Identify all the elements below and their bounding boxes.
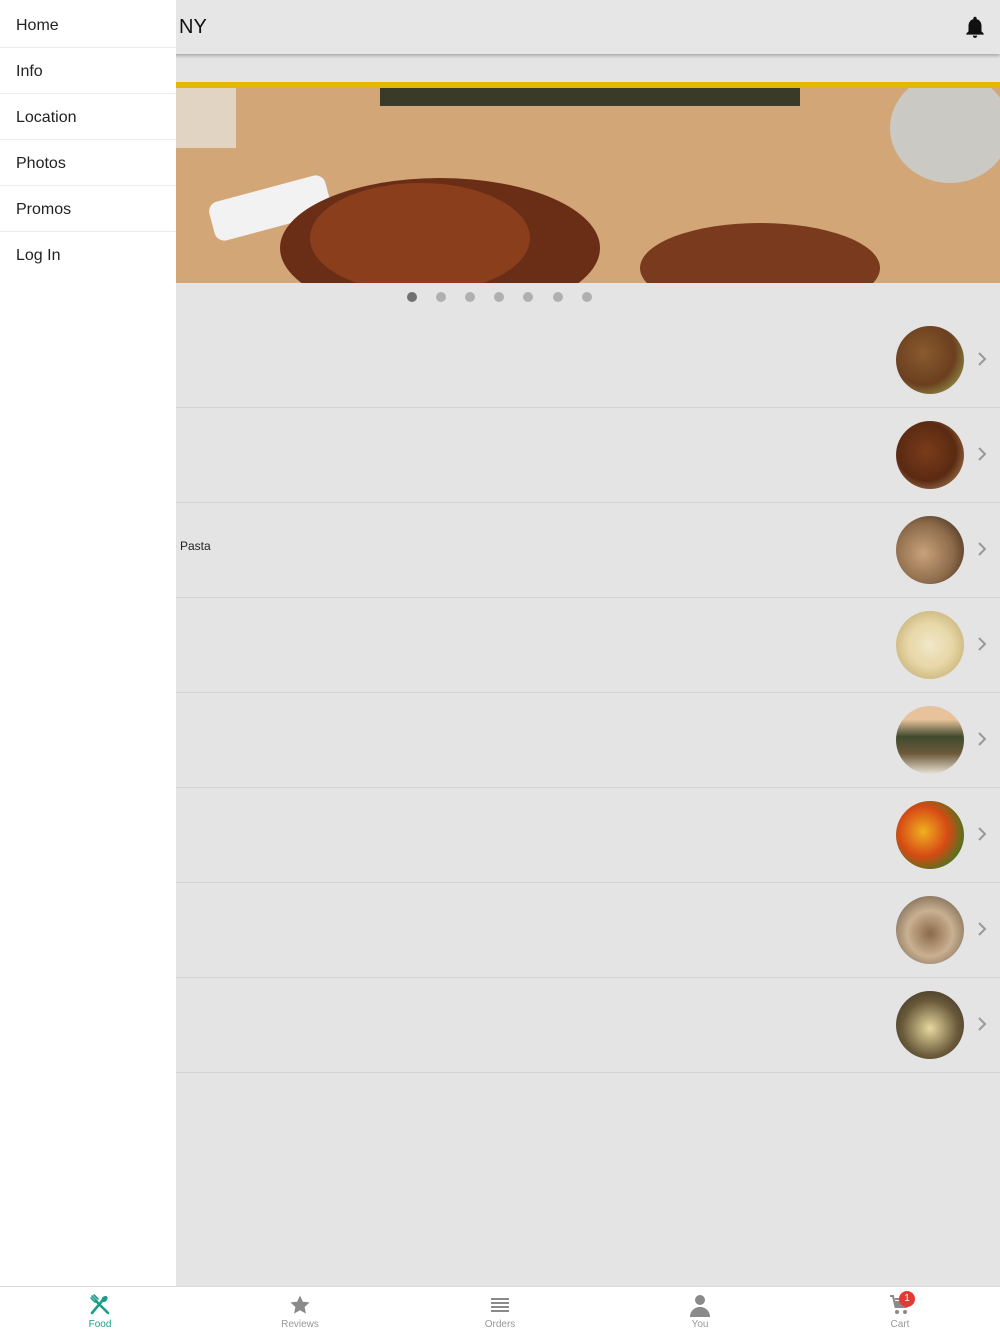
food-thumbnail — [896, 706, 964, 774]
drawer-item-login[interactable]: Log In — [0, 232, 176, 277]
food-thumbnail — [896, 421, 964, 489]
drawer-item-home[interactable]: Home — [0, 2, 176, 48]
drawer-item-label: Promos — [16, 201, 72, 218]
food-thumbnail — [896, 896, 964, 964]
page-title: NY — [179, 16, 207, 38]
food-thumbnail — [896, 991, 964, 1059]
drawer-item-photos[interactable]: Photos — [0, 140, 176, 186]
drawer-item-label: Photos — [16, 155, 66, 172]
navigation-drawer: Home Info Location Photos Promos Log In — [0, 0, 176, 1286]
chevron-right-icon — [978, 827, 987, 841]
drawer-item-location[interactable]: Location — [0, 94, 176, 140]
chevron-right-icon — [978, 447, 987, 461]
tab-you[interactable]: You — [600, 1287, 800, 1335]
drawer-item-label: Location — [16, 109, 77, 126]
chevron-right-icon — [978, 1017, 987, 1031]
drawer-item-label: Home — [16, 17, 59, 34]
utensils-icon — [90, 1294, 110, 1315]
tab-label: Food — [88, 1319, 112, 1330]
tab-reviews[interactable]: Reviews — [200, 1287, 400, 1335]
chevron-right-icon — [978, 352, 987, 366]
drawer-item-label: Log In — [16, 247, 61, 264]
tab-orders[interactable]: Orders — [400, 1287, 600, 1335]
food-thumbnail — [896, 326, 964, 394]
drawer-item-promos[interactable]: Promos — [0, 186, 176, 232]
star-icon — [290, 1295, 310, 1314]
carousel-dot[interactable] — [436, 292, 446, 302]
carousel-dot[interactable] — [582, 292, 592, 302]
tab-food[interactable]: Food — [0, 1287, 200, 1335]
chevron-right-icon — [978, 542, 987, 556]
tab-label: You — [691, 1319, 709, 1330]
chevron-right-icon — [978, 637, 987, 651]
carousel-dot[interactable] — [465, 292, 475, 302]
drawer-item-label: Info — [16, 63, 43, 80]
person-icon — [690, 1295, 710, 1317]
list-icon — [491, 1298, 509, 1312]
chevron-right-icon — [978, 732, 987, 746]
drawer-item-info[interactable]: Info — [0, 48, 176, 94]
bell-icon[interactable] — [962, 14, 988, 40]
tab-label: Reviews — [281, 1319, 319, 1330]
carousel-dot[interactable] — [494, 292, 504, 302]
chevron-right-icon — [978, 922, 987, 936]
carousel-dot[interactable] — [523, 292, 533, 302]
tab-label: Cart — [890, 1319, 910, 1330]
carousel-dot[interactable] — [407, 292, 417, 302]
food-thumbnail — [896, 611, 964, 679]
list-item-label: e Pasta — [170, 539, 211, 553]
cart-count-badge: 1 — [899, 1291, 915, 1307]
bottom-nav: Food Reviews Orders You Cart — [0, 1286, 1000, 1335]
food-thumbnail — [896, 516, 964, 584]
food-thumbnail — [896, 801, 964, 869]
carousel-dot[interactable] — [553, 292, 563, 302]
tab-label: Orders — [484, 1319, 516, 1330]
